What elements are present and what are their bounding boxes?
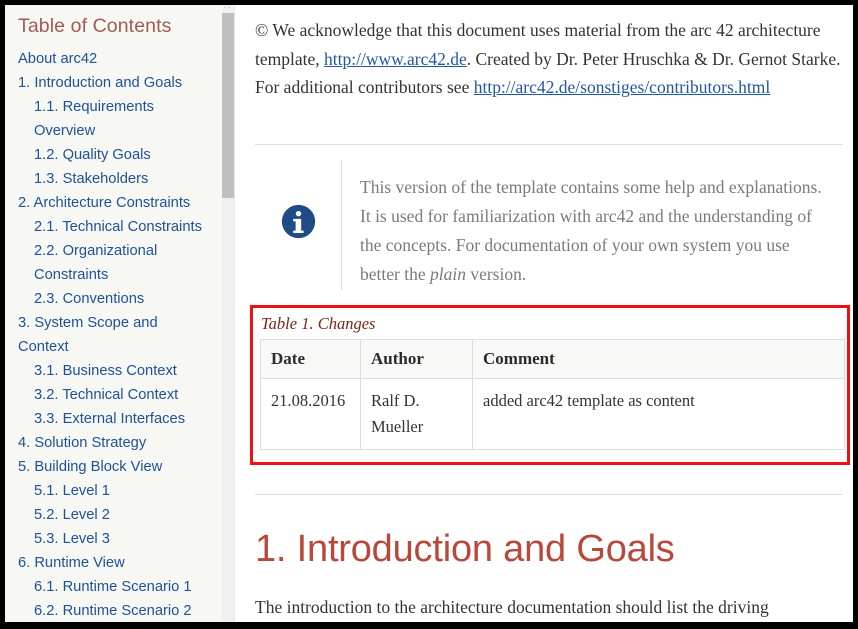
changes-table: Date Author Comment 21.08.2016 Ralf D. M… xyxy=(260,339,845,450)
page-title: 1. Introduction and Goals xyxy=(255,528,675,570)
cell-author: Ralf D. Mueller xyxy=(360,378,473,450)
contributors-link[interactable]: http://arc42.de/sonstiges/contributors.h… xyxy=(474,77,771,97)
column-header-author: Author xyxy=(360,339,473,379)
divider-bottom xyxy=(255,494,843,495)
sidebar-item-level-2[interactable]: 5.2. Level 2 xyxy=(18,503,212,527)
divider-top xyxy=(255,144,843,145)
table-caption: Table 1. Changes xyxy=(261,314,376,333)
sidebar-item-technical-context[interactable]: 3.2. Technical Context xyxy=(18,383,212,407)
table-row: 21.08.2016 Ralf D. Mueller added arc42 t… xyxy=(260,378,845,450)
table-of-contents-sidebar: Table of Contents About arc42 1. Introdu… xyxy=(5,5,222,622)
cell-date: 21.08.2016 xyxy=(260,378,361,450)
note-text-part2: version. xyxy=(465,264,527,284)
sidebar-item-runtime-scenario-2[interactable]: 6.2. Runtime Scenario 2 xyxy=(18,599,212,622)
note-divider xyxy=(341,160,342,290)
sidebar-item-quality-goals[interactable]: 1.2. Quality Goals xyxy=(18,143,212,167)
column-header-comment: Comment xyxy=(472,339,845,379)
sidebar-scrollbar[interactable]: ·· xyxy=(222,5,234,622)
scrollbar-thumb[interactable] xyxy=(222,13,234,198)
sidebar-item-architecture-constraints[interactable]: 2. Architecture Constraints xyxy=(18,191,212,215)
sidebar-item-requirements-overview[interactable]: 1.1. Requirements Overview xyxy=(18,95,212,143)
note-text: This version of the template contains so… xyxy=(360,173,830,289)
arc42-website-link[interactable]: http://www.arc42.de xyxy=(324,49,467,69)
sidebar-item-business-context[interactable]: 3.1. Business Context xyxy=(18,359,212,383)
info-icon xyxy=(281,204,316,239)
note-admonition: This version of the template contains so… xyxy=(255,160,843,290)
changes-table-highlight: Table 1. Changes Date Author Comment 21.… xyxy=(250,305,850,465)
browser-viewport: Table of Contents About arc42 1. Introdu… xyxy=(5,5,853,622)
sidebar-item-about-arc42[interactable]: About arc42 xyxy=(18,47,212,71)
sidebar-item-level-1[interactable]: 5.1. Level 1 xyxy=(18,479,212,503)
sidebar-item-stakeholders[interactable]: 1.3. Stakeholders xyxy=(18,167,212,191)
note-text-emphasis: plain xyxy=(429,264,466,284)
copyright-paragraph: © We acknowledge that this document uses… xyxy=(255,16,843,102)
sidebar-item-building-block-view[interactable]: 5. Building Block View xyxy=(18,455,212,479)
sidebar-item-level-3[interactable]: 5.3. Level 3 xyxy=(18,527,212,551)
toc-title: Table of Contents xyxy=(18,15,172,37)
sidebar-item-runtime-view[interactable]: 6. Runtime View xyxy=(18,551,212,575)
sidebar-item-conventions[interactable]: 2.3. Conventions xyxy=(18,287,212,311)
table-header-row: Date Author Comment xyxy=(260,339,845,379)
sidebar-item-organizational-constraints[interactable]: 2.2. Organizational Constraints xyxy=(18,239,212,287)
sidebar-item-solution-strategy[interactable]: 4. Solution Strategy xyxy=(18,431,212,455)
sidebar-item-runtime-scenario-1[interactable]: 6.1. Runtime Scenario 1 xyxy=(18,575,212,599)
intro-paragraph: The introduction to the architecture doc… xyxy=(255,597,769,617)
scrollbar-cap: ·· xyxy=(222,5,234,13)
content-gutter xyxy=(234,5,250,622)
sidebar-item-introduction-and-goals[interactable]: 1. Introduction and Goals xyxy=(18,71,212,95)
toc-list: About arc42 1. Introduction and Goals 1.… xyxy=(18,47,212,622)
column-header-date: Date xyxy=(260,339,361,379)
sidebar-item-system-scope-and-context[interactable]: 3. System Scope and Context xyxy=(18,311,212,359)
document-content: © We acknowledge that this document uses… xyxy=(250,5,853,622)
sidebar-item-technical-constraints[interactable]: 2.1. Technical Constraints xyxy=(18,215,212,239)
cell-comment: added arc42 template as content xyxy=(472,378,845,450)
sidebar-item-external-interfaces[interactable]: 3.3. External Interfaces xyxy=(18,407,212,431)
